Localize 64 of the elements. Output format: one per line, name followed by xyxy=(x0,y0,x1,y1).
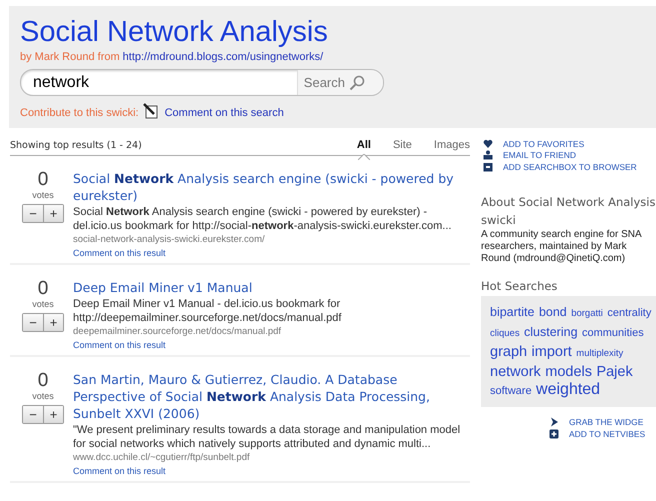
tag-link[interactable]: models xyxy=(545,364,592,380)
result-tab[interactable]: Site xyxy=(392,139,412,151)
vote-down-button[interactable]: − xyxy=(23,314,43,331)
tag-link[interactable]: software xyxy=(490,384,532,396)
comment-result-link[interactable]: Comment on this result xyxy=(73,340,470,350)
sidebar-link[interactable]: EMAIL TO FRIEND xyxy=(503,150,576,160)
browser-box-icon xyxy=(483,162,493,172)
comment-result-link[interactable]: Comment on this result xyxy=(73,466,470,476)
comment-result-link[interactable]: Comment on this result xyxy=(73,248,470,258)
results-summary: Showing top results (1 - 24) xyxy=(10,140,142,151)
tag-link[interactable]: graph xyxy=(490,344,528,360)
search-box[interactable]: network Search xyxy=(20,69,384,96)
tag-link[interactable]: bipartite xyxy=(490,304,534,318)
tag-link[interactable]: centrality xyxy=(607,306,652,318)
comment-search-link[interactable]: Comment on this search xyxy=(164,106,284,118)
tag-link[interactable]: bond xyxy=(538,304,567,318)
blog-link[interactable]: http://mdround.blogs.com/usingnetworks/ xyxy=(122,51,324,63)
vote-count: 0 xyxy=(38,279,48,299)
about-heading: About Social Network Analysis swicki xyxy=(481,194,656,228)
result-tab[interactable]: All xyxy=(356,139,371,151)
votes-label: votes xyxy=(32,299,54,309)
vote-up-button[interactable]: + xyxy=(43,205,63,222)
result-snippet: Social Network Analysis search engine (swicki - powered by eurekster) - del.icio.us bookmark for http://social-network-analysis-swicki.eurekster.com... xyxy=(73,205,452,233)
result-url: social-network-analysis-swicki.eurekster.com/ xyxy=(73,234,266,245)
vote-count: 0 xyxy=(38,170,48,190)
result-title-link[interactable]: Social Network Analysis search engine (swicki - powered by eurekster) xyxy=(73,170,470,204)
tag-link[interactable]: Pajek xyxy=(596,364,633,380)
votes-label: votes xyxy=(32,391,54,401)
play-icon xyxy=(549,417,559,428)
tag-link[interactable]: import xyxy=(532,344,572,360)
tag-link[interactable]: communities xyxy=(582,326,644,338)
author-credit: by Mark Round from xyxy=(20,51,120,63)
about-text: A community search engine for SNA researchers, maintained by Mark Round (mdround@QinetiQ.com) xyxy=(481,228,642,264)
heart-icon xyxy=(483,138,493,149)
tag-link[interactable]: multiplexity xyxy=(576,348,624,358)
tag-link[interactable]: cliques xyxy=(490,328,520,338)
sidebar-link[interactable]: ADD TO FAVORITES xyxy=(503,138,584,149)
contribute-label: Contribute to this swicki: xyxy=(20,106,139,118)
tag-link[interactable]: borgatti xyxy=(571,308,603,318)
sidebar-link[interactable]: GRAB THE WIDGE xyxy=(569,417,644,428)
search-button[interactable]: Search xyxy=(296,70,383,95)
tag-link[interactable]: weighted xyxy=(536,380,600,398)
result-url: deepemailminer.sourceforge.net/docs/manual.pdf xyxy=(73,326,282,337)
search-icon xyxy=(349,74,365,90)
vote-up-button[interactable]: + xyxy=(43,406,63,423)
vote-up-button[interactable]: + xyxy=(43,314,63,331)
result-tab[interactable]: Images xyxy=(434,139,470,151)
plus-box-icon xyxy=(549,428,559,439)
hot-searches-heading: Hot Searches xyxy=(481,278,558,292)
result-url: www.dcc.uchile.cl/~cgutierr/ftp/sunbelt.pdf xyxy=(73,452,251,463)
votes-label: votes xyxy=(32,190,54,200)
vote-down-button[interactable]: − xyxy=(23,205,43,222)
vote-count: 0 xyxy=(38,371,48,391)
pencil-note-icon xyxy=(142,103,159,119)
tag-link[interactable]: network xyxy=(490,364,541,380)
result-title-link[interactable]: Deep Email Miner v1 Manual xyxy=(73,279,470,296)
sidebar-link[interactable]: ADD SEARCHBOX TO BROWSER xyxy=(503,162,637,172)
result-snippet: "We present preliminary results towards a data storage and manipulation model for social networks which natively supports attributed and dynamic multi... xyxy=(73,423,462,451)
vote-down-button[interactable]: − xyxy=(23,406,43,423)
sidebar-link[interactable]: ADD TO NETVIBES xyxy=(569,428,646,439)
result-title-link[interactable]: San Martin, Mauro & Gutierrez, Claudio. A Database Perspective of Social Network Analysis Data Processing, Sunbelt XXVI (2006) xyxy=(73,371,470,422)
site-title: Social Network Analysis xyxy=(20,16,329,48)
result-snippet: Deep Email Miner v1 Manual - del.icio.us bookmark for http://deepemailminer.sourceforge.net/docs/manual.pdf xyxy=(73,297,342,325)
tag-link[interactable]: clustering xyxy=(524,324,578,338)
